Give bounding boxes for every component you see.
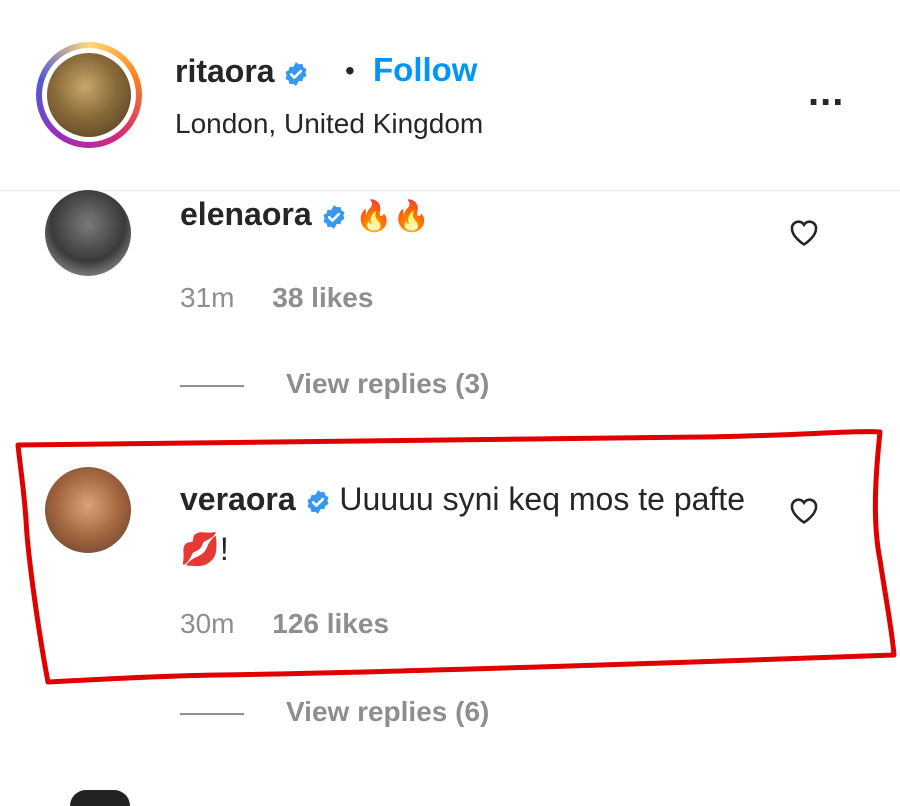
comment-username[interactable]: elenaora (180, 196, 312, 232)
comment-meta: 30m 126 likes (180, 608, 389, 640)
post-header: ritaora • Follow London, United Kingdom … (0, 0, 900, 191)
view-replies-label[interactable]: View replies (3) (286, 368, 489, 399)
post-username[interactable]: ritaora (175, 53, 309, 90)
view-replies-label[interactable]: View replies (6) (286, 696, 489, 727)
story-ring-avatar[interactable] (36, 42, 142, 148)
follow-button[interactable]: Follow (373, 51, 477, 89)
comment-time[interactable]: 31m (180, 282, 234, 313)
post-username-text[interactable]: ritaora (175, 53, 275, 89)
replies-divider (180, 384, 244, 387)
comment-text: 🔥🔥 (355, 200, 431, 234)
more-options-icon[interactable]: ... (808, 70, 844, 115)
avatar[interactable] (47, 53, 131, 137)
comment-likes[interactable]: 38 likes (272, 282, 373, 313)
comment-veraora: veraora Uuuuu syni keq mos te pafte 💋! (180, 474, 760, 574)
view-replies-button[interactable]: View replies (3) (180, 368, 489, 400)
verified-badge-icon (323, 204, 345, 229)
replies-divider (180, 712, 244, 715)
comment-avatar-elenaora[interactable] (45, 190, 131, 276)
location-link[interactable]: London, United Kingdom (175, 108, 483, 140)
separator-dot: • (345, 55, 355, 86)
comment-likes[interactable]: 126 likes (272, 608, 389, 639)
like-heart-icon[interactable] (787, 215, 821, 247)
next-comment-avatar (70, 790, 130, 806)
verified-badge-icon (307, 489, 329, 514)
comment-username[interactable]: veraora (180, 481, 296, 517)
comment-elenaora: elenaora 🔥🔥 (180, 196, 430, 234)
view-replies-button[interactable]: View replies (6) (180, 696, 489, 728)
verified-badge-icon (285, 61, 307, 86)
comment-avatar-veraora[interactable] (45, 467, 131, 553)
like-heart-icon[interactable] (787, 493, 821, 525)
comment-time[interactable]: 30m (180, 608, 234, 639)
comment-meta: 31m 38 likes (180, 282, 373, 314)
